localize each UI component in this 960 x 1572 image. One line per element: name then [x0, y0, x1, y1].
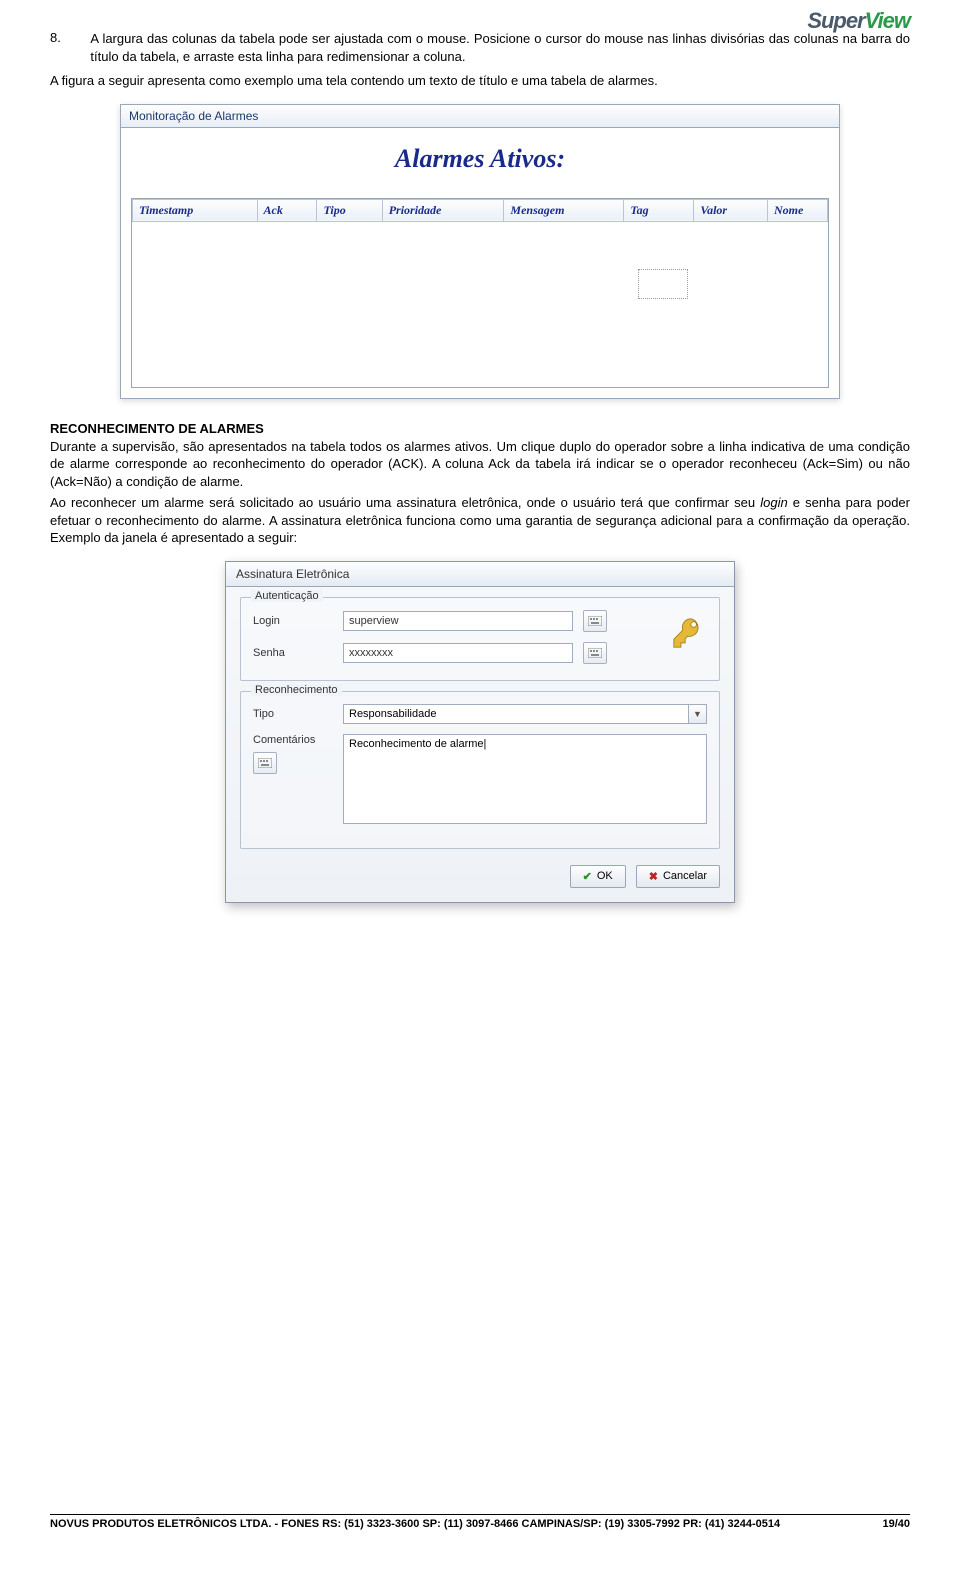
check-icon: ✔	[583, 870, 592, 883]
col-tag[interactable]: Tag	[624, 199, 694, 221]
rec-fieldset: Reconhecimento Tipo Responsabilidade ▼ C…	[240, 691, 720, 849]
col-timestamp[interactable]: Timestamp	[133, 199, 258, 221]
senha-label: Senha	[253, 647, 333, 659]
close-icon: ✖	[649, 870, 658, 883]
list-text: A largura das colunas da tabela pode ser…	[90, 30, 910, 65]
login-input[interactable]	[343, 611, 573, 631]
cancel-button[interactable]: ✖ Cancelar	[636, 865, 720, 888]
senha-keyboard-button[interactable]	[583, 642, 607, 664]
senha-input[interactable]	[343, 643, 573, 663]
alarm-heading: Alarmes Ativos:	[131, 144, 829, 174]
logo-part2: View	[865, 8, 910, 33]
col-nome[interactable]: Nome	[768, 199, 828, 221]
list-item: 8. A largura das colunas da tabela pode …	[50, 30, 910, 69]
signature-dialog: Assinatura Eletrônica Autenticação Login…	[225, 561, 735, 903]
ok-button[interactable]: ✔ OK	[570, 865, 626, 888]
cancel-label: Cancelar	[663, 870, 707, 882]
logo-part1: Super	[807, 8, 864, 33]
auth-fieldset: Autenticação Login Senha	[240, 597, 720, 681]
page-number: 19/40	[882, 1518, 910, 1530]
table-header-row: Timestamp Ack Tipo Prioridade Mensagem T…	[133, 199, 828, 221]
col-valor[interactable]: Valor	[694, 199, 768, 221]
tipo-select[interactable]: Responsabilidade ▼	[343, 704, 707, 724]
login-label: Login	[253, 615, 333, 627]
key-icon	[671, 616, 705, 658]
rec-legend: Reconhecimento	[251, 684, 342, 696]
ok-label: OK	[597, 870, 613, 882]
section-heading: RECONHECIMENTO DE ALARMES	[50, 421, 910, 436]
footer-text: NOVUS PRODUTOS ELETRÔNICOS LTDA. - FONES…	[50, 1518, 780, 1530]
col-prioridade[interactable]: Prioridade	[382, 199, 504, 221]
dialog-title: Assinatura Eletrônica	[226, 562, 734, 587]
col-ack[interactable]: Ack	[257, 199, 317, 221]
login-keyboard-button[interactable]	[583, 610, 607, 632]
coment-textarea[interactable]: Reconhecimento de alarme|	[343, 734, 707, 824]
auth-legend: Autenticação	[251, 590, 323, 602]
tipo-label: Tipo	[253, 708, 333, 720]
alarm-table[interactable]: Timestamp Ack Tipo Prioridade Mensagem T…	[131, 198, 829, 388]
selection-marquee	[638, 269, 688, 299]
alarm-window-title: Monitoração de Alarmes	[121, 105, 839, 128]
paragraph-2: Ao reconhecer um alarme será solicitado …	[50, 494, 910, 547]
page-footer: NOVUS PRODUTOS ELETRÔNICOS LTDA. - FONES…	[50, 1514, 910, 1530]
coment-keyboard-button[interactable]	[253, 752, 277, 774]
alarm-window: Monitoração de Alarmes Alarmes Ativos: T…	[120, 104, 840, 399]
brand-logo: SuperView	[807, 8, 910, 34]
coment-label: Comentários	[253, 734, 333, 746]
list-number: 8.	[50, 30, 62, 69]
intro-text: A figura a seguir apresenta como exemplo…	[50, 72, 910, 90]
col-mensagem[interactable]: Mensagem	[504, 199, 624, 221]
paragraph-1: Durante a supervisão, são apresentados n…	[50, 438, 910, 491]
chevron-down-icon: ▼	[689, 704, 707, 724]
tipo-value: Responsabilidade	[343, 704, 689, 724]
col-tipo[interactable]: Tipo	[317, 199, 382, 221]
